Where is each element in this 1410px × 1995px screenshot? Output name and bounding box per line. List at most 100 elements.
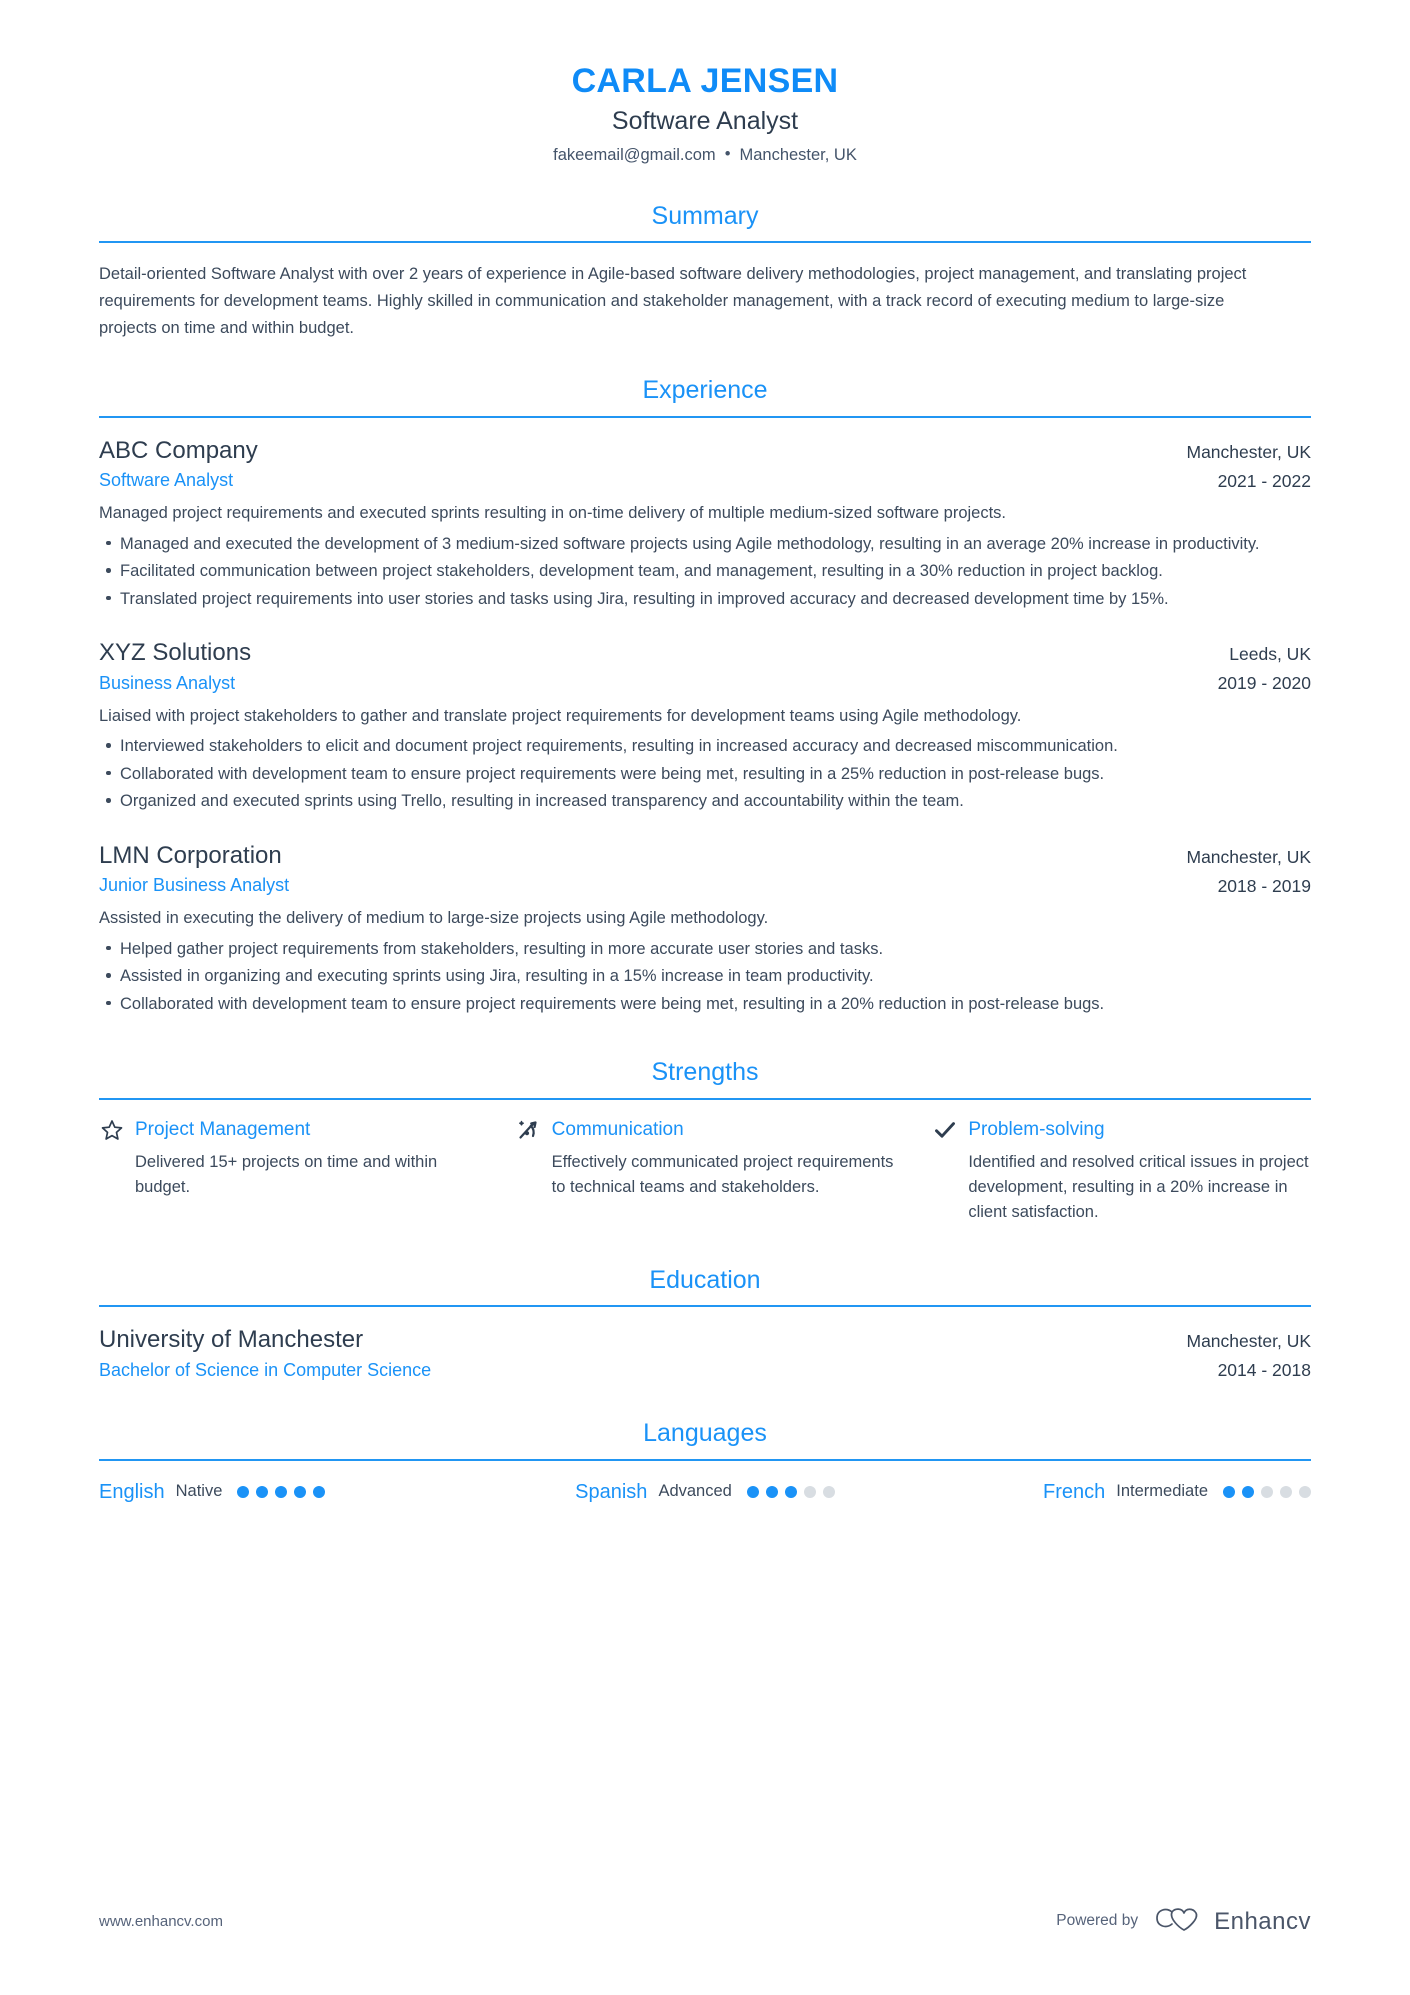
job-role: Business Analyst (99, 672, 236, 693)
entry-header: XYZ Solutions Business Analyst Leeds, UK 20… (99, 638, 1311, 695)
section-divider (99, 1305, 1311, 1308)
job-dates: 2019 - 2020 (1217, 673, 1311, 694)
footer-branding: Powered by Enhancv (1056, 1906, 1311, 1937)
strength-item: Problem-solving Identified and resolved c… (932, 1118, 1311, 1225)
proficiency-dot (765, 1485, 778, 1498)
language-item: Spanish Advanced (503, 1479, 907, 1505)
section-summary: Summary Detail-oriented Software Analyst… (99, 201, 1311, 341)
strength-item: Project Management Delivered 15+ projects… (99, 1118, 516, 1225)
strength-title: Problem-solving (968, 1118, 1105, 1140)
section-education: Education University of Manchester Bachel… (99, 1265, 1311, 1383)
strength-header: Communication (516, 1118, 895, 1143)
candidate-name: CARLA JENSEN (571, 62, 839, 100)
section-experience: Experience ABC Company Software Analyst Ma… (99, 375, 1311, 1017)
job-bullet: Collaborated with development team to en… (99, 762, 1311, 788)
section-title-education: Education (649, 1265, 761, 1294)
section-divider (99, 241, 1311, 244)
job-description: Assisted in executing the delivery of me… (99, 909, 769, 928)
company-name: ABC Company (99, 436, 258, 464)
strength-title: Project Management (135, 1118, 311, 1140)
job-description: Managed project requirements and execute… (99, 503, 1007, 522)
strength-description: Delivered 15+ projects on time and withi… (135, 1152, 438, 1196)
education-entry: University of Manchester Bachelor of Scie… (99, 1325, 1311, 1382)
powered-by-label: Powered by (1056, 1912, 1139, 1930)
proficiency-dot (822, 1485, 835, 1498)
experience-entry: XYZ Solutions Business Analyst Leeds, UK 20… (99, 638, 1311, 815)
section-strengths: Strengths Project Management Delivered 15… (99, 1057, 1311, 1224)
language-name: Spanish (575, 1480, 648, 1503)
job-bullet: Translated project requirements into use… (99, 587, 1311, 613)
contact-separator-icon: • (724, 144, 731, 163)
proficiency-dot (803, 1485, 816, 1498)
footer-website-url[interactable]: www.enhancv.com (99, 1912, 223, 1932)
strength-item: Communication Effectively communicated pr… (516, 1118, 933, 1225)
experience-entry: ABC Company Software Analyst Manchester, U… (99, 436, 1311, 613)
section-title-summary: Summary (651, 202, 759, 231)
education-list: University of Manchester Bachelor of Scie… (99, 1325, 1311, 1382)
entry-primary: University of Manchester Bachelor of Scie… (99, 1325, 1187, 1382)
languages-list: English Native Spanish Advanced French Interm… (99, 1479, 1311, 1505)
job-role: Junior Business Analyst (99, 875, 290, 896)
proficiency-dot (1242, 1485, 1254, 1498)
entry-primary: XYZ Solutions Business Analyst (99, 638, 1218, 695)
checkmark-icon (932, 1118, 957, 1143)
strength-header: Problem-solving (932, 1118, 1311, 1143)
language-proficiency-meter (1223, 1485, 1311, 1498)
section-languages: Languages English Native Spanish Advanced Fr… (99, 1418, 1311, 1504)
proficiency-dot (1280, 1485, 1292, 1498)
job-location: Manchester, UK (1186, 846, 1312, 867)
degree-name: Bachelor of Science in Computer Science (99, 1359, 432, 1380)
proficiency-dot (256, 1485, 269, 1498)
language-level: Native (175, 1481, 223, 1500)
language-level: Advanced (658, 1481, 732, 1500)
star-outline-icon (99, 1118, 124, 1143)
job-bullet-list: Helped gather project requirements from … (99, 937, 1311, 1018)
proficiency-dot (1261, 1485, 1273, 1498)
job-role: Software Analyst (99, 470, 234, 491)
proficiency-dot (275, 1485, 288, 1498)
job-bullet: Assisted in organizing and executing spr… (99, 964, 1311, 990)
section-title-languages: Languages (643, 1419, 767, 1448)
entry-header: ABC Company Software Analyst Manchester, U… (99, 436, 1311, 493)
section-title-strengths: Strengths (651, 1058, 759, 1087)
entry-meta: Manchester, UK 2021 - 2022 (1187, 436, 1312, 493)
strength-title: Communication (551, 1118, 684, 1140)
proficiency-dot (784, 1485, 797, 1498)
experience-entry: LMN Corporation Junior Business Analyst Ma… (99, 841, 1311, 1018)
section-divider (99, 1458, 1311, 1461)
language-proficiency-meter (746, 1485, 835, 1498)
language-proficiency-meter (237, 1485, 326, 1498)
job-bullet: Managed and executed the development of … (99, 532, 1311, 558)
resume-footer: www.enhancv.com Powered by Enhancv (99, 1906, 1311, 1937)
proficiency-dot (294, 1485, 307, 1498)
language-name: French (1043, 1480, 1106, 1503)
language-level: Intermediate (1116, 1481, 1208, 1500)
job-dates: 2018 - 2019 (1217, 875, 1311, 896)
language-name: English (99, 1480, 165, 1503)
resume-header: CARLA JENSEN Software Analyst fakeemail@… (99, 0, 1311, 167)
strengths-list: Project Management Delivered 15+ projects… (99, 1118, 1311, 1225)
strength-description: Effectively communicated project require… (551, 1152, 894, 1196)
entry-meta: Leeds, UK 2019 - 2020 (1218, 638, 1311, 695)
language-item: French Intermediate (907, 1479, 1311, 1505)
proficiency-dot (746, 1485, 759, 1498)
job-bullet: Collaborated with development team to en… (99, 992, 1311, 1018)
job-dates: 2021 - 2022 (1217, 470, 1311, 491)
job-location: Leeds, UK (1229, 644, 1311, 665)
company-name: LMN Corporation (99, 841, 282, 869)
language-item: English Native (99, 1479, 503, 1505)
experience-list: ABC Company Software Analyst Manchester, U… (99, 436, 1311, 1018)
entry-meta: Manchester, UK 2014 - 2018 (1187, 1325, 1312, 1382)
company-name: XYZ Solutions (99, 639, 252, 667)
proficiency-dot (1299, 1485, 1311, 1498)
resume-page: CARLA JENSEN Software Analyst fakeemail@… (0, 0, 1410, 1995)
summary-text: Detail-oriented Software Analyst with ov… (99, 265, 1247, 337)
entry-primary: ABC Company Software Analyst (99, 436, 1187, 493)
entry-header: LMN Corporation Junior Business Analyst Ma… (99, 841, 1311, 898)
job-bullet-list: Managed and executed the development of … (99, 532, 1311, 613)
job-bullet: Interviewed stakeholders to elicit and d… (99, 734, 1311, 760)
job-location: Manchester, UK (1186, 441, 1312, 462)
candidate-job-title: Software Analyst (611, 107, 799, 136)
contact-email[interactable]: fakeemail@gmail.com (553, 146, 716, 164)
job-bullet: Facilitated communication between projec… (99, 559, 1311, 585)
